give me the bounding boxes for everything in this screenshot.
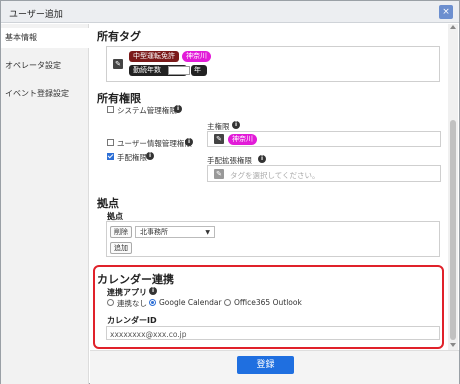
sidebar-item-basic-info[interactable]: 基本情報 — [1, 28, 89, 48]
chevron-down-icon: ▼ — [205, 229, 210, 236]
info-icon[interactable]: i — [174, 105, 182, 113]
footer: 登録 — [90, 350, 459, 384]
calendar-highlight-border — [93, 265, 444, 349]
user-add-dialog: ユーザー追加 × 基本情報 オペレータ設定 イベント登録設定 所有タグ ✎ 中型… — [0, 0, 460, 384]
info-icon[interactable]: i — [258, 155, 266, 163]
tags-section-title: 所有タグ — [97, 30, 141, 43]
tags-box[interactable]: ✎ 中型運転免許 神奈川 勤続年数 年 — [106, 46, 440, 82]
permissions-title: 所有権限 — [97, 92, 141, 105]
years-label: 勤続年数 — [133, 66, 161, 74]
submit-button[interactable]: 登録 — [237, 356, 294, 374]
base-select[interactable]: 北事務所 ▼ — [135, 226, 215, 238]
sidebar-item-operator-settings[interactable]: オペレータ設定 — [1, 56, 89, 76]
dispatch-ext-placeholder: タグを選択してください。 — [230, 171, 320, 180]
base-title: 拠点 — [97, 197, 119, 210]
system-admin-checkbox[interactable] — [107, 106, 114, 113]
main-permission-box[interactable]: ✎ 神奈川 — [207, 131, 441, 147]
scroll-up-icon[interactable] — [450, 24, 456, 30]
sidebar-item-event-settings[interactable]: イベント登録設定 — [1, 84, 89, 104]
scroll-thumb[interactable] — [450, 120, 456, 340]
dispatch-label: 手配権限 — [117, 153, 147, 162]
base-select-value: 北事務所 — [140, 228, 168, 236]
add-button[interactable]: 追加 — [110, 242, 132, 254]
info-icon[interactable]: i — [185, 138, 193, 146]
years-unit: 年 — [191, 65, 207, 76]
tag-chip[interactable]: 神奈川 — [228, 134, 257, 145]
title-bar: ユーザー追加 × — [1, 1, 459, 23]
scroll-down-icon[interactable] — [450, 342, 456, 348]
info-icon[interactable]: i — [232, 121, 240, 129]
system-admin-label: システム管理権限 — [117, 106, 177, 115]
pencil-icon[interactable]: ✎ — [214, 134, 224, 144]
tag-chip[interactable]: 神奈川 — [182, 51, 211, 62]
close-icon[interactable]: × — [439, 5, 453, 19]
scrollbar[interactable] — [448, 24, 458, 350]
dispatch-ext-box[interactable]: ✎ タグを選択してください。 — [207, 165, 441, 182]
pencil-icon[interactable]: ✎ — [214, 169, 224, 179]
dialog-title: ユーザー追加 — [9, 10, 63, 20]
years-input[interactable] — [168, 66, 190, 75]
base-box: 削除 北事務所 ▼ 追加 — [106, 221, 440, 257]
tag-chip[interactable]: 中型運転免許 — [129, 51, 179, 62]
dispatch-checkbox[interactable] — [107, 153, 114, 160]
delete-button[interactable]: 削除 — [110, 226, 132, 238]
user-info-admin-label: ユーザー情報管理権限 — [117, 139, 192, 148]
info-icon[interactable]: i — [146, 152, 154, 160]
user-info-admin-checkbox[interactable] — [107, 139, 114, 146]
sidebar: 基本情報 オペレータ設定 イベント登録設定 — [1, 24, 89, 384]
pencil-icon[interactable]: ✎ — [113, 59, 123, 69]
